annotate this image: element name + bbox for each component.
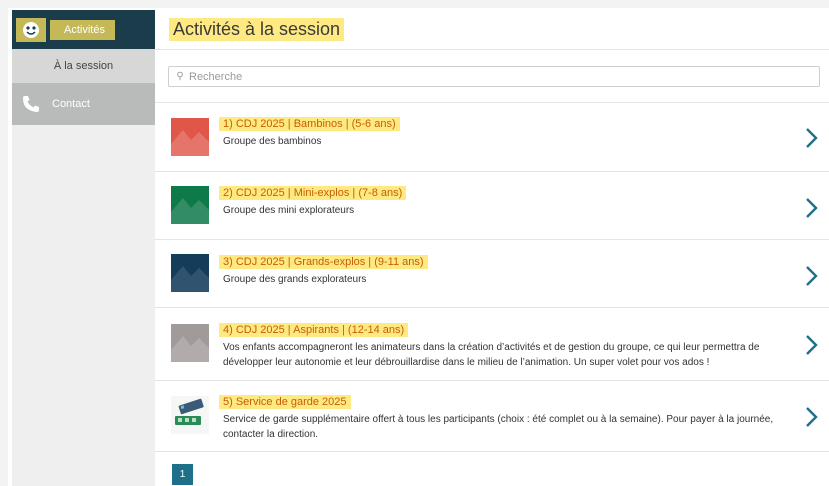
list-item[interactable]: 4) CDJ 2025 | Aspirants | (12-14 ans) Vo…: [155, 308, 829, 381]
item-description: Vos enfants accompagneront les animateur…: [223, 342, 760, 368]
sidebar: Activités À la session Contact: [12, 10, 155, 486]
item-title[interactable]: 4) CDJ 2025 | Aspirants | (12-14 ans): [219, 323, 409, 337]
item-description: Groupe des grands explorateurs: [223, 274, 367, 285]
chevron-right-icon[interactable]: [805, 127, 819, 149]
chevron-right-icon[interactable]: [805, 265, 819, 287]
chevron-right-icon[interactable]: [805, 406, 819, 428]
item-description: Groupe des mini explorateurs: [223, 205, 355, 216]
smiley-icon: [16, 17, 46, 42]
list-item[interactable]: 1) CDJ 2025 | Bambinos | (5-6 ans) Group…: [155, 103, 829, 172]
sidebar-item-label: Contact: [52, 98, 90, 110]
item-title[interactable]: 1) CDJ 2025 | Bambinos | (5-6 ans): [219, 117, 400, 131]
sidebar-item-activites[interactable]: Activités: [12, 10, 155, 49]
sidebar-item-label: Activités: [50, 19, 115, 40]
list-item[interactable]: 3) CDJ 2025 | Grands-explos | (9-11 ans)…: [155, 240, 829, 308]
activity-thumbnail: [171, 186, 209, 224]
activity-list: 1) CDJ 2025 | Bambinos | (5-6 ans) Group…: [155, 102, 829, 452]
page-header: Activités à la session: [155, 10, 829, 50]
phone-icon: [12, 83, 50, 125]
chevron-right-icon[interactable]: [805, 197, 819, 219]
main-content: Activités à la session ⚲ 1) CDJ 2025 | B…: [155, 10, 829, 486]
sidebar-item-a-la-session[interactable]: À la session: [12, 49, 155, 83]
activity-thumbnail: [171, 118, 209, 156]
activity-thumbnail: [171, 324, 209, 362]
activity-thumbnail: [171, 396, 209, 434]
pagination-page-1[interactable]: 1: [172, 464, 193, 485]
list-item[interactable]: 5) Service de garde 2025 Service de gard…: [155, 381, 829, 452]
search-icon: ⚲: [176, 71, 184, 82]
item-description: Groupe des bambinos: [223, 136, 322, 147]
search-input[interactable]: [189, 70, 789, 83]
chevron-right-icon[interactable]: [805, 334, 819, 356]
search-box[interactable]: ⚲: [168, 66, 820, 87]
item-description: Service de garde supplémentaire offert à…: [223, 414, 774, 440]
activity-thumbnail: [171, 254, 209, 292]
item-title[interactable]: 2) CDJ 2025 | Mini-explos | (7-8 ans): [219, 186, 407, 200]
item-title[interactable]: 3) CDJ 2025 | Grands-explos | (9-11 ans): [219, 255, 428, 269]
page-title: Activités à la session: [169, 18, 345, 41]
sidebar-item-contact[interactable]: Contact: [12, 83, 155, 125]
list-item[interactable]: 2) CDJ 2025 | Mini-explos | (7-8 ans) Gr…: [155, 172, 829, 240]
item-title[interactable]: 5) Service de garde 2025: [219, 395, 351, 409]
